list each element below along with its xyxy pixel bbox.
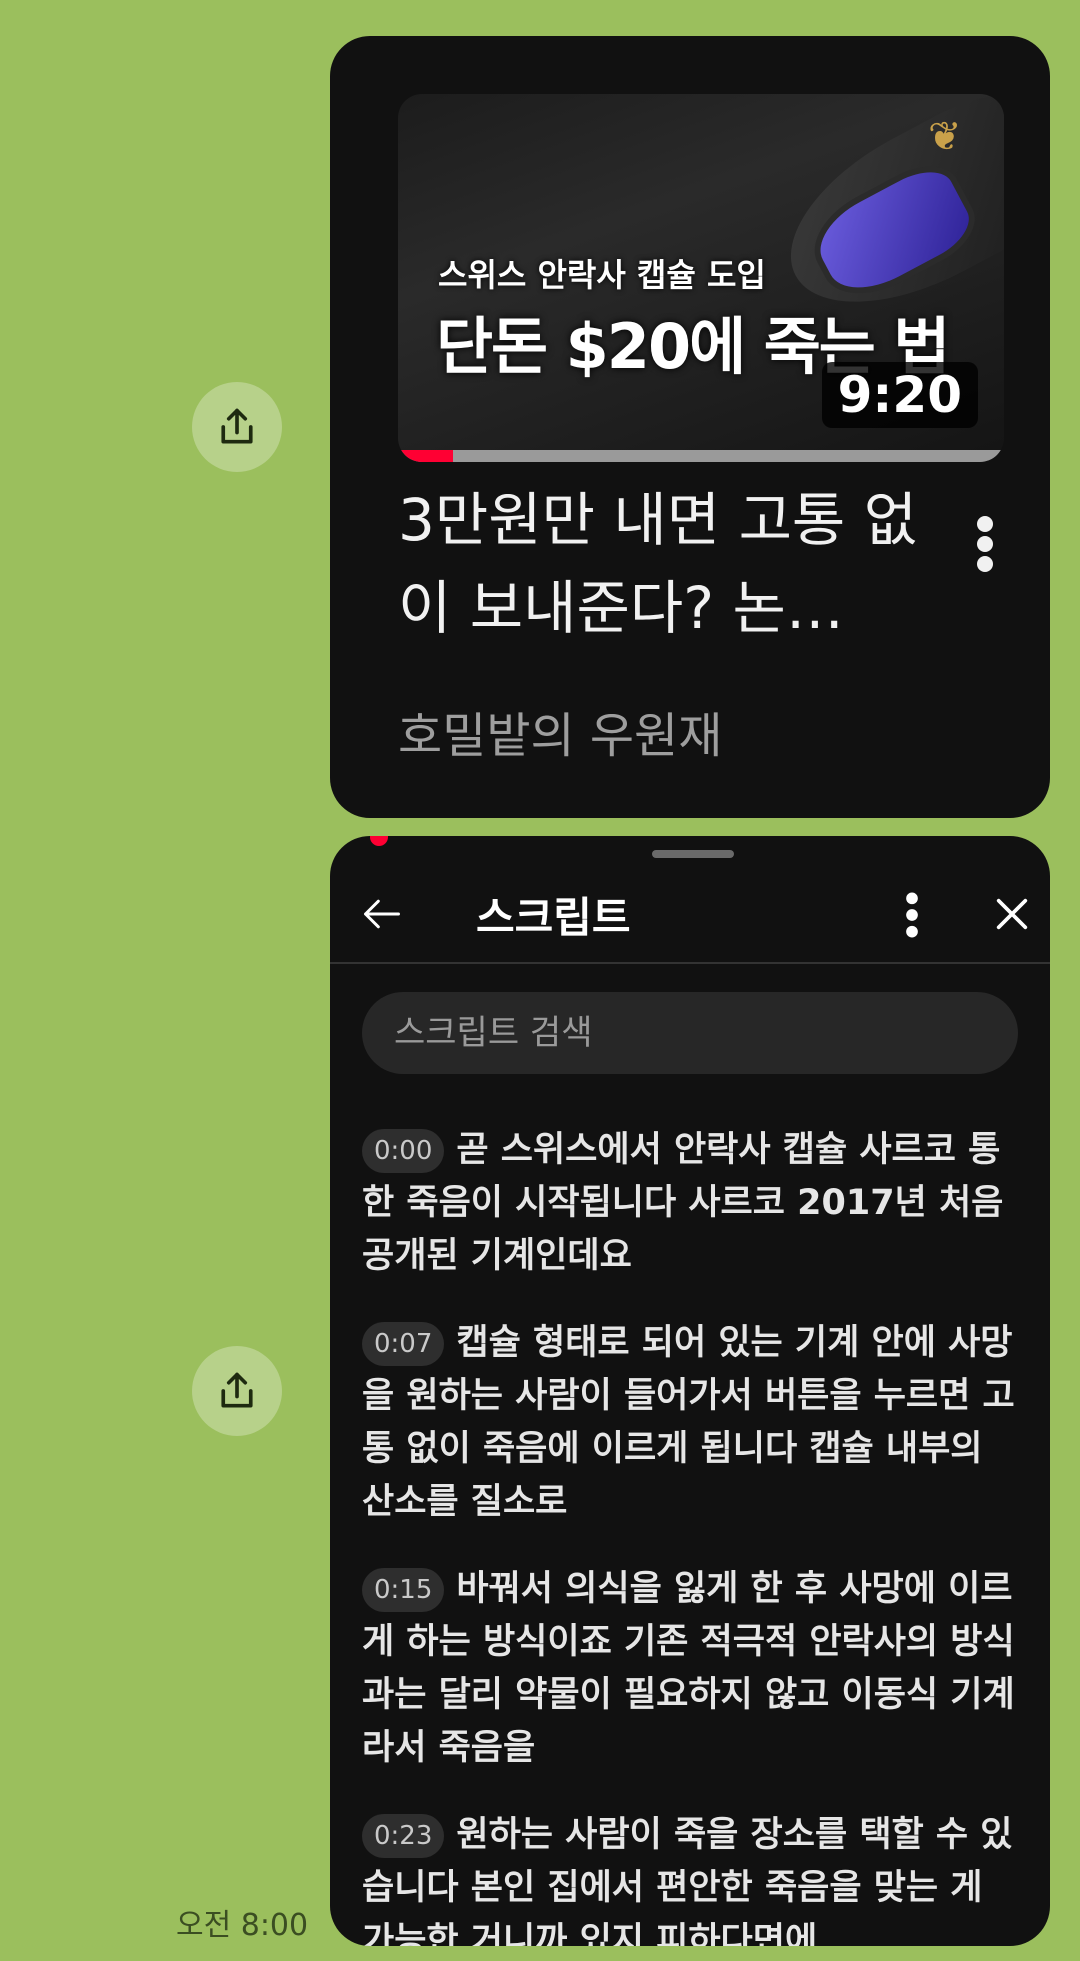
more-options-icon[interactable]	[970, 514, 1000, 574]
share-icon	[221, 408, 253, 444]
transcript-segment[interactable]: 0:23 원하는 사람이 죽을 장소를 택할 수 있습니다 본인 집에서 편안한 …	[362, 1809, 1022, 1946]
segment-text: 곧 스위스에서 안락사 캡슐 사르코 통한 죽음이 시작됩니다 사르코 2017…	[362, 1130, 1004, 1276]
transcript-panel: 스크립트 0:00곧 스위스에서 안락사 캡슐 사르코 통한 죽음이 시작됩니다…	[330, 836, 1050, 1946]
watch-progress-fill	[398, 450, 453, 462]
segment-timestamp[interactable]: 0:15	[362, 1568, 445, 1612]
share-button[interactable]	[192, 1346, 282, 1436]
transcript-title: 스크립트	[476, 893, 631, 942]
transcript-header: 스크립트	[330, 866, 1050, 964]
thumbnail-subtitle: 스위스 안락사 캡슐 도입	[438, 256, 766, 294]
transcript-segment[interactable]: 0:00 곧 스위스에서 안락사 캡슐 사르코 통한 죽음이 시작됩니다 사르코 …	[362, 1124, 1022, 1283]
drag-handle[interactable]	[652, 850, 734, 858]
segment-text: 바꿔서 의식을 잃게 한 후 사망에 이르게 하는 방식이죠 기존 적극적 안락…	[362, 1569, 1015, 1768]
more-options-icon[interactable]	[900, 890, 924, 940]
segment-timestamp[interactable]: 0:23	[362, 1814, 445, 1858]
back-arrow-icon[interactable]	[360, 892, 404, 936]
video-card[interactable]: ❦ 스위스 안락사 캡슐 도입 단돈 $20에 죽는 법 9:20 3만원만 내…	[330, 36, 1050, 818]
transcript-segment[interactable]: 0:15 바꿔서 의식을 잃게 한 후 사망에 이르게 하는 방식이죠 기존 적극…	[362, 1563, 1022, 1775]
video-title[interactable]: 3만원만 내면 고통 없이 보내준다? 논…	[398, 476, 938, 652]
video-duration-badge: 9:20	[821, 362, 978, 428]
share-icon	[221, 1372, 253, 1408]
share-button[interactable]	[192, 382, 282, 472]
transcript-segment-list: 0:00 곧 스위스에서 안락사 캡슐 사르코 통한 죽음이 시작됩니다 사르코 …	[362, 1124, 1022, 1946]
wing-logo-icon: ❦	[928, 114, 962, 160]
segment-text: 캡슐 형태로 되어 있는 기계 안에 사망을 원하는 사람이 들어가서 버튼을 …	[362, 1323, 1015, 1522]
progress-dot	[370, 836, 388, 846]
transcript-search-input[interactable]	[362, 992, 1018, 1074]
transcript-segment[interactable]: 0:07 캡슐 형태로 되어 있는 기계 안에 사망을 원하는 사람이 들어가서 …	[362, 1317, 1022, 1529]
watch-progress-bar	[398, 450, 1004, 462]
channel-name[interactable]: 호밀밭의 우원재	[398, 696, 722, 766]
segment-timestamp[interactable]: 0:00	[362, 1129, 445, 1173]
segment-timestamp[interactable]: 0:07	[362, 1322, 445, 1366]
message-timestamp: 오전 8:00	[176, 1908, 309, 1943]
video-thumbnail[interactable]: ❦ 스위스 안락사 캡슐 도입 단돈 $20에 죽는 법 9:20	[398, 94, 1004, 462]
close-icon[interactable]	[992, 894, 1032, 934]
segment-text: 원하는 사람이 죽을 장소를 택할 수 있습니다 본인 집에서 편안한 죽음을 …	[362, 1815, 1013, 1946]
